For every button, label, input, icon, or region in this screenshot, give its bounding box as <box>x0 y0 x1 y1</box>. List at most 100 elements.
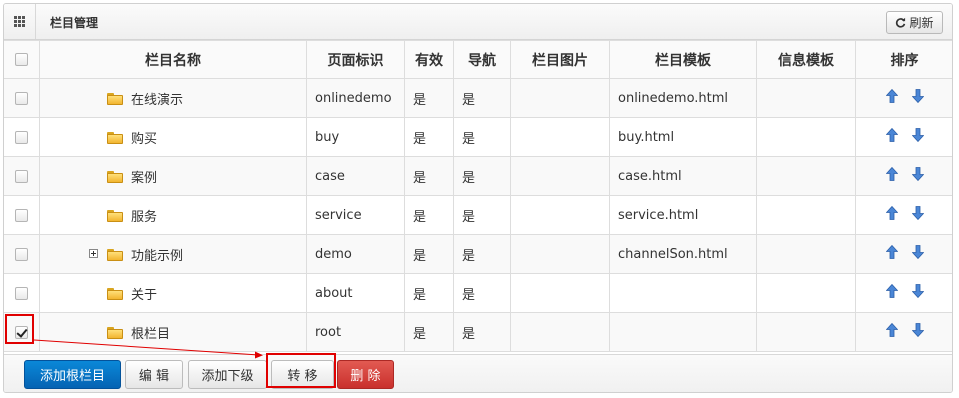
arrow-up-icon[interactable] <box>885 166 898 185</box>
arrow-down-icon[interactable] <box>911 323 924 341</box>
arrow-down-icon[interactable] <box>911 284 924 302</box>
table-row[interactable]: 案例 case 是是 case.html <box>4 156 952 196</box>
row-select-cell[interactable] <box>4 117 40 157</box>
name-cell: 服务 <box>39 195 307 235</box>
info-template-cell <box>756 234 856 274</box>
header-name: 栏目名称 <box>39 40 307 79</box>
column-name: 根栏目 <box>131 326 171 342</box>
arrow-down-icon[interactable] <box>911 206 924 224</box>
add-child-button[interactable]: 添加下级 <box>188 360 267 389</box>
arrow-up-icon[interactable] <box>885 244 898 263</box>
select-all-checkbox[interactable] <box>15 53 28 66</box>
info-template-cell <box>756 273 856 313</box>
name-cell: 在线演示 <box>39 78 307 118</box>
info-template-cell <box>756 195 856 235</box>
info-template-cell <box>756 312 856 352</box>
image-cell <box>510 234 610 274</box>
arrow-up-icon[interactable] <box>885 283 898 302</box>
row-checkbox[interactable] <box>15 325 28 339</box>
nav-cell: 是 <box>453 312 511 352</box>
sort-cell <box>855 273 952 313</box>
row-select-cell[interactable] <box>4 234 40 274</box>
arrow-up-icon[interactable] <box>885 127 898 146</box>
valid-cell: 是 <box>404 117 454 157</box>
row-checkbox[interactable] <box>15 91 28 105</box>
row-checkbox[interactable] <box>15 208 28 222</box>
name-cell: 功能示例 <box>39 234 307 274</box>
refresh-button[interactable]: 刷新 <box>886 11 943 34</box>
row-checkbox[interactable] <box>15 169 28 183</box>
panel-header: 栏目管理 刷新 <box>4 4 952 40</box>
table-row[interactable]: 在线演示 onlinedemo 是是 onlinedemo.html <box>4 78 952 118</box>
row-select-cell[interactable] <box>4 195 40 235</box>
arrow-up-icon[interactable] <box>885 322 898 341</box>
row-checkbox[interactable] <box>15 130 28 144</box>
valid-cell: 是 <box>404 78 454 118</box>
column-name: 功能示例 <box>131 248 184 264</box>
edit-button[interactable]: 编 辑 <box>125 360 183 389</box>
sort-cell <box>855 195 952 235</box>
delete-button[interactable]: 删 除 <box>337 360 394 389</box>
row-select-cell[interactable] <box>4 156 40 196</box>
arrow-down-icon[interactable] <box>911 128 924 146</box>
row-checkbox[interactable] <box>15 247 28 261</box>
image-cell <box>510 117 610 157</box>
expand-icon[interactable] <box>89 249 98 258</box>
column-name: 关于 <box>131 287 158 303</box>
folder-icon <box>107 287 123 300</box>
name-cell: 关于 <box>39 273 307 313</box>
column-name: 服务 <box>131 209 158 225</box>
image-cell <box>510 273 610 313</box>
sort-cell <box>855 117 952 157</box>
image-cell <box>510 78 610 118</box>
nav-cell: 是 <box>453 117 511 157</box>
row-checkbox[interactable] <box>15 286 28 300</box>
sort-cell <box>855 78 952 118</box>
name-cell: 购买 <box>39 117 307 157</box>
header-sort: 排序 <box>855 40 952 79</box>
add-root-button[interactable]: 添加根栏目 <box>24 360 121 389</box>
template-cell: buy.html <box>609 117 757 157</box>
arrow-up-icon[interactable] <box>885 88 898 107</box>
folder-icon <box>107 326 123 339</box>
table-row[interactable]: 功能示例 demo 是是 channelSon.html <box>4 234 952 274</box>
sort-cell <box>855 234 952 274</box>
page-id-cell: root <box>306 312 405 352</box>
arrow-down-icon[interactable] <box>911 89 924 107</box>
move-button[interactable]: 转 移 <box>271 360 334 389</box>
column-name: 在线演示 <box>131 92 184 108</box>
header-info-template: 信息模板 <box>756 40 856 79</box>
page-id-cell: buy <box>306 117 405 157</box>
arrow-down-icon[interactable] <box>911 167 924 185</box>
nav-cell: 是 <box>453 195 511 235</box>
info-template-cell <box>756 117 856 157</box>
row-select-cell[interactable] <box>4 78 40 118</box>
valid-cell: 是 <box>404 312 454 352</box>
refresh-label: 刷新 <box>909 16 934 30</box>
template-cell: case.html <box>609 156 757 196</box>
arrow-up-icon[interactable] <box>885 205 898 224</box>
arrow-down-icon[interactable] <box>911 245 924 263</box>
image-cell <box>510 195 610 235</box>
row-select-cell[interactable] <box>4 273 40 313</box>
page-id-cell: case <box>306 156 405 196</box>
image-cell <box>510 156 610 196</box>
page-id-cell: onlinedemo <box>306 78 405 118</box>
table-row[interactable]: 购买 buy 是是 buy.html <box>4 117 952 157</box>
select-all-header[interactable] <box>4 40 40 79</box>
info-template-cell <box>756 156 856 196</box>
table-row[interactable]: 服务 service 是是 service.html <box>4 195 952 235</box>
table-row[interactable]: 根栏目 root 是是 <box>4 312 952 352</box>
template-cell <box>609 273 757 313</box>
sort-cell <box>855 156 952 196</box>
folder-icon <box>107 92 123 105</box>
header-nav: 导航 <box>453 40 511 79</box>
image-cell <box>510 312 610 352</box>
table-header-row: 栏目名称 页面标识 有效 导航 栏目图片 栏目模板 信息模板 排序 <box>4 40 952 79</box>
template-cell <box>609 312 757 352</box>
column-table: 栏目名称 页面标识 有效 导航 栏目图片 栏目模板 信息模板 排序 在线演示 on… <box>4 40 952 352</box>
panel-title: 栏目管理 <box>50 16 99 30</box>
table-row[interactable]: 关于 about 是是 <box>4 273 952 313</box>
template-cell: onlinedemo.html <box>609 78 757 118</box>
row-select-cell[interactable] <box>4 312 40 352</box>
